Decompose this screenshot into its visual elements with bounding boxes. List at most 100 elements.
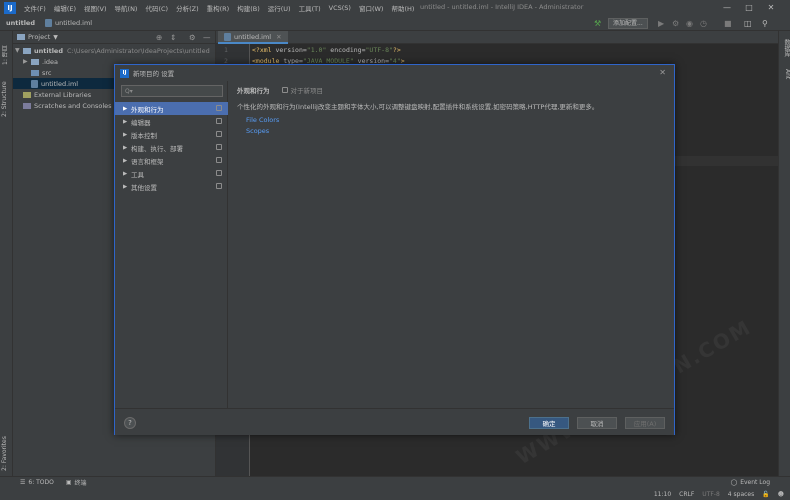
project-scope-icon (216, 183, 222, 189)
settings-item-appearance[interactable]: ▶ 外观和行为 (115, 102, 228, 115)
close-icon[interactable]: ✕ (659, 68, 666, 77)
caret-position[interactable]: 11:10 (654, 491, 671, 498)
add-configuration-button[interactable]: 添加配置... (608, 18, 648, 29)
chevron-right-icon[interactable]: ▶ (123, 145, 131, 151)
ok-button[interactable]: 确定 (529, 417, 569, 429)
section-description: 个性化的外观和行为(IntelliJ改变主题和字体大小,可以调整键盘映射,配置插… (237, 103, 599, 111)
settings-item-label: 外观和行为 (131, 105, 164, 114)
line-separator[interactable]: CRLF (679, 491, 694, 498)
indent-setting[interactable]: 4 spaces (728, 491, 754, 498)
terminal-tab[interactable]: ▣ 终端 (60, 478, 93, 487)
link-file-colors[interactable]: File Colors (246, 116, 279, 124)
settings-tree: ▶ 外观和行为 ▶ 编辑器 ▶ 版本控制 ▶ 构建、执行、部署 ▶ 语言和框架 … (115, 102, 228, 193)
link-scopes[interactable]: Scopes (246, 127, 269, 135)
settings-item-languages[interactable]: ▶ 语言和框架 (115, 154, 228, 167)
favorites-tool-tab[interactable]: 2: Favorites (1, 429, 12, 471)
lock-icon[interactable]: 🔓 (762, 491, 769, 498)
run-icon[interactable]: ▶ (658, 19, 664, 28)
debug-icon[interactable]: ⚙ (672, 19, 679, 28)
help-button[interactable]: ? (124, 417, 136, 429)
breadcrumb-project[interactable]: untitled (0, 19, 35, 27)
editor-tab-untitled-iml[interactable]: untitled.iml ✕ (218, 31, 288, 44)
menu-view[interactable]: 视图(V) (80, 3, 111, 13)
settings-item-tools[interactable]: ▶ 工具 (115, 167, 228, 180)
menu-window[interactable]: 窗口(W) (355, 3, 388, 13)
code-token: encoding= (326, 46, 366, 54)
chevron-right-icon[interactable]: ▶ (123, 132, 131, 138)
menu-navigate[interactable]: 导航(N) (111, 3, 142, 13)
build-hammer-icon[interactable]: ⚒ (594, 19, 601, 28)
menu-analyze[interactable]: 分析(Z) (172, 3, 203, 13)
settings-item-other[interactable]: ▶ 其他设置 (115, 180, 228, 193)
project-scope-icon (216, 105, 222, 111)
apply-button[interactable]: 应用(A) (625, 417, 665, 429)
todo-tab[interactable]: ☰ 6: TODO (14, 479, 60, 486)
dialog-footer: ? 确定 取消 应用(A) (115, 408, 674, 435)
tree-item-root-path: C:\Users\Administrator\IdeaProjects\unti… (67, 46, 210, 55)
project-view-selector[interactable]: Project (28, 33, 50, 41)
inspector-icon[interactable]: ☻ (778, 491, 784, 498)
menu-edit[interactable]: 编辑(E) (50, 3, 80, 13)
chevron-right-icon[interactable]: ▶ (123, 158, 131, 164)
event-log-label: Event Log (740, 479, 770, 486)
event-log-icon: ◯ (730, 479, 738, 486)
event-log-tab[interactable]: ◯ Event Log (724, 479, 776, 486)
tree-item-scratches-label: Scratches and Consoles (34, 101, 112, 110)
tree-item-root-label: untitled (34, 46, 63, 55)
dialog-title: 新项目的 设置 (133, 70, 175, 78)
status-bar: 11:10 CRLF UTF-8 4 spaces 🔓 ☻ (0, 488, 790, 500)
project-tool-tab[interactable]: 1: 项目 (1, 35, 12, 65)
project-panel-header: Project ▼ ⊕ ⇕ ⚙ — (13, 31, 215, 44)
chevron-down-icon[interactable]: ▼ (15, 47, 23, 54)
code-token: "1.0" (306, 46, 327, 54)
close-tab-icon[interactable]: ✕ (276, 33, 281, 41)
menu-help[interactable]: 帮助(H) (387, 3, 418, 13)
menu-file[interactable]: 文件(F) (20, 3, 50, 13)
source-folder-icon (31, 69, 39, 76)
settings-item-label: 语言和框架 (131, 157, 164, 166)
gear-icon[interactable]: ⚙ (189, 33, 196, 42)
maximize-icon[interactable]: □ (742, 2, 756, 14)
structure-tool-tab[interactable]: 2: Structure (1, 71, 12, 117)
database-tool-tab[interactable]: 数据库 (780, 39, 790, 61)
code-token: ?> (392, 46, 401, 54)
breadcrumb-file[interactable]: untitled.iml (35, 19, 92, 27)
tree-item-root[interactable]: ▼ untitled C:\Users\Administrator\IdeaPr… (13, 45, 215, 56)
settings-content: 外观和行为 对于新项目 个性化的外观和行为(IntelliJ改变主题和字体大小,… (229, 81, 674, 408)
project-scope-icon (216, 144, 222, 150)
settings-item-vcs[interactable]: ▶ 版本控制 (115, 128, 228, 141)
search-everywhere-icon[interactable]: ⚲ (762, 19, 768, 28)
menu-build[interactable]: 构建(B) (233, 3, 264, 13)
settings-search-input[interactable]: Q▾ (121, 85, 223, 97)
menu-tools[interactable]: 工具(T) (295, 3, 325, 13)
code-line-1: <?xml version="1.0" encoding="UTF-8"?> (252, 46, 401, 54)
stop-icon[interactable]: ■ (724, 19, 732, 28)
editor-tab-label: untitled.iml (234, 32, 272, 41)
collapse-all-icon[interactable]: ⇕ (170, 33, 176, 42)
hide-panel-icon[interactable]: — (203, 33, 211, 42)
chevron-right-icon[interactable]: ▶ (23, 58, 31, 65)
profile-icon[interactable]: ◷ (700, 19, 707, 28)
ant-tool-tab[interactable]: Ant (780, 69, 790, 85)
chevron-down-icon[interactable]: ▼ (53, 34, 58, 41)
settings-item-editor[interactable]: ▶ 编辑器 (115, 115, 228, 128)
chevron-right-icon[interactable]: ▶ (123, 171, 131, 177)
menu-run[interactable]: 运行(U) (264, 3, 295, 13)
project-structure-icon[interactable]: ◫ (744, 19, 752, 28)
chevron-right-icon[interactable]: ▶ (123, 106, 131, 112)
minimize-icon[interactable]: — (720, 2, 734, 14)
settings-item-build[interactable]: ▶ 构建、执行、部署 (115, 141, 228, 154)
menu-vcs[interactable]: VCS(S) (325, 4, 355, 12)
settings-sidebar: Q▾ ▶ 外观和行为 ▶ 编辑器 ▶ 版本控制 ▶ 构建、执行、部署 ▶ 语言和… (115, 81, 228, 408)
chevron-right-icon[interactable]: ▶ (123, 184, 131, 190)
close-window-icon[interactable]: ✕ (764, 2, 778, 14)
coverage-icon[interactable]: ◉ (686, 19, 693, 28)
cancel-button[interactable]: 取消 (577, 417, 617, 429)
menu-code[interactable]: 代码(C) (141, 3, 172, 13)
intellij-logo-icon: IJ (120, 68, 129, 78)
file-encoding[interactable]: UTF-8 (702, 491, 720, 498)
tree-item-external-label: External Libraries (34, 90, 92, 99)
locate-target-icon[interactable]: ⊕ (156, 33, 162, 42)
chevron-right-icon[interactable]: ▶ (123, 119, 131, 125)
menu-refactor[interactable]: 重构(R) (203, 3, 234, 13)
